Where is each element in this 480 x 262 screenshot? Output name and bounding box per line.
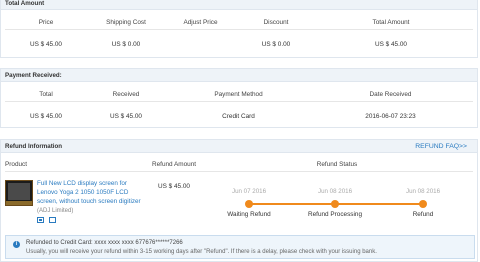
- payment-method-value: Credit Card: [222, 113, 255, 120]
- refund-card-text: Refunded to Credit Card: xxxx xxxx xxxx …: [26, 240, 183, 246]
- total-value: US $ 45.00: [30, 113, 62, 120]
- total-amount-title: Total Amount: [1, 0, 477, 10]
- adjust-price-header: Adjust Price: [183, 19, 218, 26]
- product-thumbnail[interactable]: [5, 180, 33, 206]
- received-header: Received: [112, 91, 140, 98]
- step-1-date: Jun 07 2016: [231, 188, 267, 195]
- refund-faq-link[interactable]: REFUND FAQ>>: [415, 140, 467, 153]
- step-2-date: Jun 08 2016: [317, 188, 353, 195]
- divider: [5, 29, 473, 30]
- message-icon[interactable]: [48, 217, 56, 223]
- shipping-cost-header: Shipping Cost: [106, 19, 146, 26]
- shipping-cost-value: US $ 0.00: [111, 41, 141, 48]
- discount-value: US $ 0.00: [261, 41, 291, 48]
- product-icons: [37, 217, 59, 225]
- refund-amount-header: Refund Amount: [152, 161, 197, 168]
- refund-information-title: Refund Information REFUND FAQ>>: [1, 140, 477, 153]
- ribbon-cable-image: [6, 201, 32, 205]
- refund-information-panel: Refund Information REFUND FAQ>> Product …: [0, 139, 478, 262]
- divider: [5, 101, 473, 102]
- price-header: Price: [38, 19, 54, 26]
- step-1-label: Waiting Refund: [227, 211, 271, 218]
- payment-method-header: Payment Method: [214, 91, 263, 98]
- discount-header: Discount: [263, 19, 289, 26]
- step-2-label: Refund Processing: [308, 211, 362, 218]
- price-value: US $ 45.00: [30, 41, 62, 48]
- date-received-header: Date Received: [369, 91, 412, 98]
- step-1-dot: [245, 200, 253, 208]
- product-header: Product: [5, 161, 28, 168]
- payment-received-panel: Payment Received: Total Received Payment…: [0, 68, 478, 128]
- total-header: Total: [39, 91, 53, 98]
- refund-amount-value: US $ 45.00: [158, 183, 190, 190]
- lcd-screen-image: [8, 183, 30, 200]
- received-value: US $ 45.00: [110, 113, 142, 120]
- total-amount-panel: Total Amount Price Shipping Cost Adjust …: [0, 0, 478, 58]
- info-icon: i: [13, 241, 20, 248]
- snapshot-icon[interactable]: [37, 217, 44, 223]
- payment-received-title: Payment Received:: [1, 69, 477, 82]
- step-3-dot: [419, 200, 427, 208]
- total-amount-header: Total Amount: [372, 19, 410, 26]
- step-3-date: Jun 08 2016: [405, 188, 441, 195]
- refund-timing-text: Usually, you will receive your refund wi…: [26, 249, 377, 255]
- shop-name: (ADJ Limited): [37, 208, 74, 214]
- total-amount-value: US $ 45.00: [375, 41, 407, 48]
- refund-information-label: Refund Information: [5, 143, 63, 150]
- date-received-value: 2016-06-07 23:23: [365, 113, 416, 120]
- step-3-label: Refund: [412, 211, 434, 218]
- refund-status-header: Refund Status: [316, 161, 358, 168]
- step-2-dot: [331, 200, 339, 208]
- product-title-link[interactable]: Full New LCD display screen for Lenovo Y…: [37, 180, 147, 206]
- divider: [5, 171, 473, 172]
- refund-notice: i Refunded to Credit Card: xxxx xxxx xxx…: [5, 235, 475, 259]
